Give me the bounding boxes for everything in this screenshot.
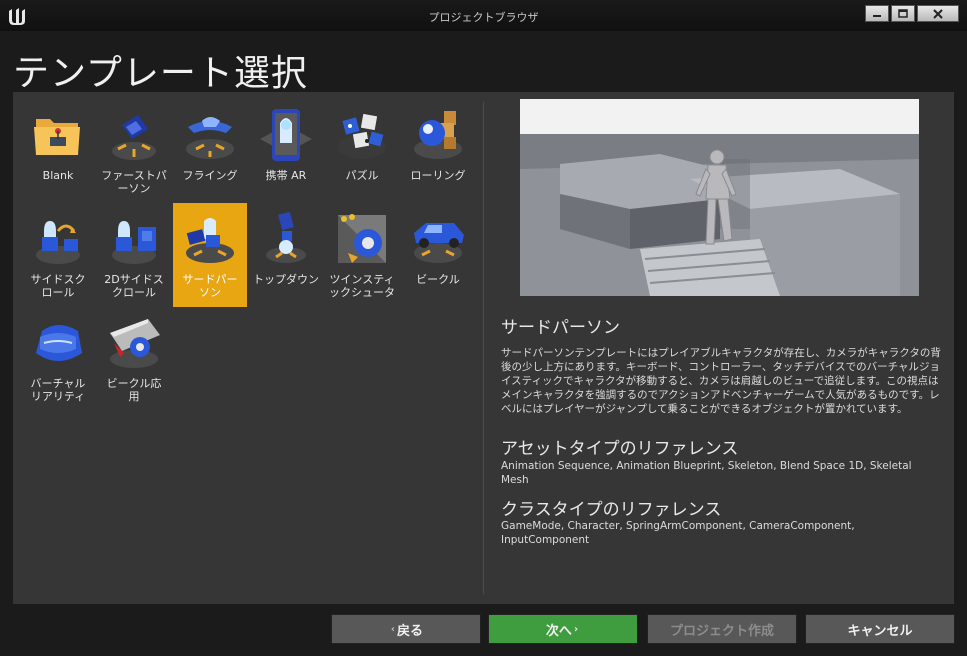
handheld-ar-icon <box>260 109 312 161</box>
template-2d-side-scroller[interactable]: 2Dサイドス クロール <box>97 203 171 307</box>
template-vehicle-advanced[interactable]: ビークル応 用 <box>97 307 171 411</box>
dialog-title: テンプレート選択 <box>13 53 308 94</box>
title-bar: プロジェクトブラウザ <box>0 0 967 31</box>
cancel-button-label: キャンセル <box>847 623 913 639</box>
class-reference-body: GameMode, Character, SpringArmComponent,… <box>501 520 855 546</box>
template-handheld-ar[interactable]: 携帯 AR <box>249 99 323 203</box>
template-label: ツインスティ ックシュータ <box>329 273 395 299</box>
template-virtual-reality[interactable]: バーチャル リアリティ <box>21 307 95 411</box>
template-flying[interactable]: フライング <box>173 99 247 203</box>
template-label: サイドスク ロール <box>30 273 86 299</box>
template-blank[interactable]: Blank <box>21 99 95 203</box>
vehicle-advanced-icon <box>110 319 160 368</box>
template-top-down[interactable]: トップダウン <box>249 203 323 307</box>
template-label: ローリング <box>410 169 466 182</box>
back-button-label: 戻る <box>397 623 424 639</box>
template-preview-image <box>520 99 919 296</box>
template-side-scroller[interactable]: サイドスク ロール <box>21 203 95 307</box>
template-first-person[interactable]: ファーストパ ーソン <box>97 99 171 203</box>
asset-reference-title: アセットタイプのリファレンス <box>501 439 739 459</box>
next-button[interactable]: 次へ › <box>488 614 638 644</box>
vr-headset-icon <box>36 325 82 361</box>
window-title: プロジェクトブラウザ <box>428 11 539 24</box>
template-label: サードパー ソン <box>182 273 238 299</box>
asset-reference-body: Animation Sequence, Animation Blueprint,… <box>501 460 912 486</box>
maximize-button[interactable] <box>891 5 915 22</box>
chevron-right-icon: › <box>573 623 579 635</box>
window-controls <box>865 5 959 22</box>
main-panel: Blank ファーストパ ーソン フライング 携帯 AR パズル ローリング サ… <box>13 92 954 604</box>
next-button-label: 次へ <box>545 623 572 639</box>
template-label: ファーストパ ーソン <box>101 169 167 195</box>
flying-icon <box>186 117 234 159</box>
cancel-button[interactable]: キャンセル <box>805 614 955 644</box>
template-label: バーチャル リアリティ <box>30 377 86 403</box>
template-label: フライング <box>182 169 238 182</box>
side-scroller-icon <box>36 221 80 264</box>
back-button[interactable]: ‹ 戻る <box>331 614 481 644</box>
create-project-button-label: プロジェクト作成 <box>669 623 774 639</box>
template-third-person[interactable]: サードパー ソン <box>173 203 247 307</box>
panel-divider <box>483 102 484 594</box>
maximize-icon <box>898 8 908 18</box>
description-title: サードパーソン <box>501 318 620 338</box>
template-label: ビークル応 用 <box>106 377 162 403</box>
chevron-left-icon: ‹ <box>390 623 396 635</box>
template-label: 携帯 AR <box>265 169 307 182</box>
2d-side-scroller-icon <box>112 221 156 264</box>
twin-stick-shooter-icon <box>338 214 386 263</box>
template-twin-stick-shooter[interactable]: ツインスティ ックシュータ <box>325 203 399 307</box>
minimize-icon <box>873 14 881 17</box>
close-icon <box>933 8 943 19</box>
template-label: トップダウン <box>253 273 319 286</box>
rolling-icon <box>414 111 462 159</box>
template-label: Blank <box>42 169 74 182</box>
template-label: パズル <box>345 169 379 182</box>
description-body: サードパーソンテンプレートにはプレイアブルキャラクタが存在し、カメラがキャラクタ… <box>501 347 941 415</box>
first-person-icon <box>112 115 156 160</box>
puzzle-icon <box>338 113 386 159</box>
create-project-button[interactable]: プロジェクト作成 <box>647 614 797 644</box>
minimize-button[interactable] <box>865 5 889 22</box>
folder-icon <box>34 119 80 155</box>
third-person-icon <box>186 218 234 263</box>
class-reference-title: クラスタイプのリファレンス <box>501 500 722 520</box>
vehicle-icon <box>414 223 464 263</box>
template-puzzle[interactable]: パズル <box>325 99 399 203</box>
close-button[interactable] <box>917 5 959 22</box>
template-vehicle[interactable]: ビークル <box>401 203 475 307</box>
template-rolling[interactable]: ローリング <box>401 99 475 203</box>
template-label: ビークル <box>416 273 460 286</box>
template-label: 2Dサイドス クロール <box>104 273 164 299</box>
top-down-icon <box>266 211 306 263</box>
